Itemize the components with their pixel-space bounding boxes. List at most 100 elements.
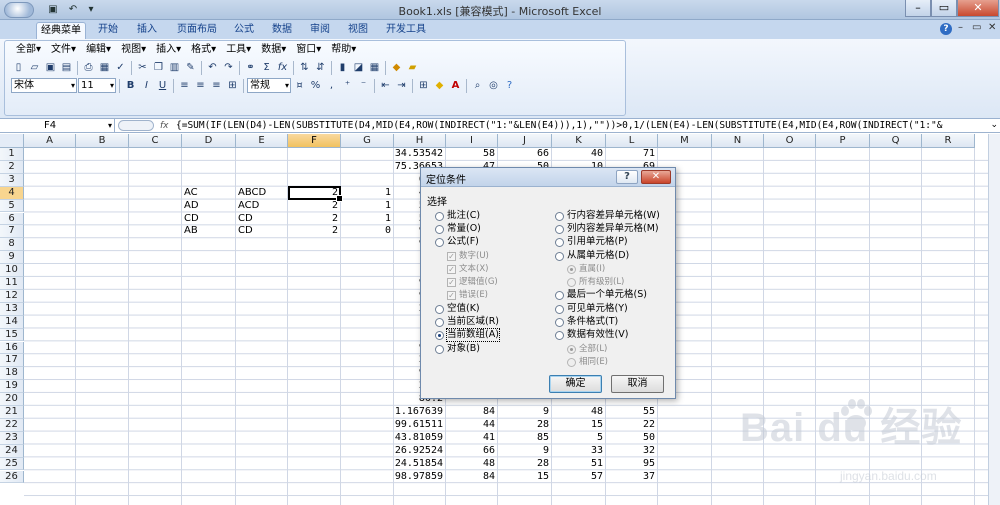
row-header-13[interactable]: 13 [0,302,24,316]
tab-developer[interactable]: 开发工具 [382,22,430,39]
option-l-2[interactable]: 公式(F) [435,236,479,248]
cell-L23[interactable]: 50 [606,432,658,445]
tab-data[interactable]: 数据 [266,22,298,39]
menu-file[interactable]: 文件▾ [46,43,81,57]
fill-color-icon[interactable]: ◆ [432,78,447,93]
menu-edit[interactable]: 编辑▾ [81,43,116,57]
option-l-8[interactable]: 当前区域(R) [435,316,499,328]
row-header-14[interactable]: 14 [0,315,24,329]
spelling-icon[interactable]: ✓ [113,60,128,75]
cell-I26[interactable]: 84 [446,471,498,484]
menu-window[interactable]: 窗口▾ [291,43,326,57]
row-header-2[interactable]: 2 [0,160,24,174]
cell-K1[interactable]: 40 [552,148,606,161]
cell-I24[interactable]: 66 [446,445,498,458]
column-header-E[interactable]: E [236,134,288,148]
tab-home[interactable]: 开始 [92,22,124,39]
cell-G5[interactable]: 1 [341,200,394,213]
row-header-22[interactable]: 22 [0,418,24,432]
column-header-R[interactable]: R [922,134,975,148]
tab-insert[interactable]: 插入 [131,22,163,39]
radio-icon[interactable] [555,317,564,327]
cell-I23[interactable]: 41 [446,432,498,445]
row-header-25[interactable]: 25 [0,457,24,471]
expand-formula-bar-icon[interactable]: ⌄ [990,120,998,130]
cell-E4[interactable]: ABCD [236,187,288,200]
radio-icon[interactable] [435,330,444,340]
cell-K22[interactable]: 15 [552,419,606,432]
row-header-20[interactable]: 20 [0,393,24,406]
print-preview-icon[interactable]: ▦ [97,60,112,75]
zoom-icon[interactable]: ▦ [367,60,382,75]
row-header-7[interactable]: 7 [0,225,24,239]
permission-icon[interactable]: ▤ [59,60,74,75]
row-header-1[interactable]: 1 [0,148,24,161]
cell-H21[interactable]: 1.167639 [394,406,446,419]
currency-icon[interactable]: ¤ [292,78,307,93]
cell-K24[interactable]: 33 [552,445,606,458]
cell-D6[interactable]: CD [182,213,236,226]
radio-icon[interactable] [435,344,444,354]
column-header-O[interactable]: O [764,134,816,148]
radio-icon[interactable] [555,330,564,340]
row-header-26[interactable]: 26 [0,470,24,484]
menu-view[interactable]: 视图▾ [116,43,151,57]
bold-button[interactable]: B [123,78,138,93]
cell-I22[interactable]: 44 [446,419,498,432]
column-header-D[interactable]: D [182,134,236,148]
option-r-3[interactable]: 从属单元格(D) [555,250,629,262]
row-header-5[interactable]: 5 [0,199,24,213]
cell-J24[interactable]: 9 [498,445,552,458]
cell-F5[interactable]: 2 [288,200,341,213]
menu-tools[interactable]: 工具▾ [221,43,256,57]
maximize-button[interactable]: ▭ [931,0,957,17]
open-icon[interactable]: ▱ [27,60,42,75]
cell-I21[interactable]: 84 [446,406,498,419]
option-l-9[interactable]: 当前数组(A) [435,328,500,342]
format-painter-icon[interactable]: ✎ [183,60,198,75]
radio-icon[interactable] [435,224,444,234]
column-header-L[interactable]: L [606,134,658,148]
option-r-6[interactable]: 最后一个单元格(S) [555,289,647,301]
cell-H1[interactable]: 34.53542 [394,148,446,161]
option-l-1[interactable]: 常量(O) [435,223,481,235]
cut-icon[interactable]: ✂ [135,60,150,75]
cell-E7[interactable]: CD [236,225,288,238]
option-r-0[interactable]: 行内容差异单元格(W) [555,210,660,222]
sort-descending-icon[interactable]: ⇵ [313,60,328,75]
cell-I25[interactable]: 48 [446,458,498,471]
row-header-15[interactable]: 15 [0,328,24,342]
increase-decimal-icon[interactable]: ⁺ [340,78,355,93]
cell-H23[interactable]: 43.81059 [394,432,446,445]
cell-L21[interactable]: 55 [606,406,658,419]
chart-wizard-icon[interactable]: ▮ [335,60,350,75]
insert-function-button[interactable]: fx [160,119,169,133]
name-box[interactable]: F4 ▾ [0,119,115,133]
option-l-10[interactable]: 对象(B) [435,343,480,355]
column-header-H[interactable]: H [394,134,446,148]
print-icon[interactable]: ⎙ [81,60,96,75]
copy-icon[interactable]: ❐ [151,60,166,75]
ribbon-minimize-icon[interactable]: – [958,22,963,33]
menu-format[interactable]: 格式▾ [186,43,221,57]
insert-function-icon[interactable]: fx [275,60,290,75]
cell-E6[interactable]: CD [236,213,288,226]
cell-K23[interactable]: 5 [552,432,606,445]
radio-icon[interactable] [435,304,444,314]
row-header-8[interactable]: 8 [0,238,24,252]
cell-K25[interactable]: 51 [552,458,606,471]
borders-icon[interactable]: ⊞ [416,78,431,93]
cell-H24[interactable]: 26.92524 [394,445,446,458]
hyperlink-icon[interactable]: ⚭ [243,60,258,75]
row-header-23[interactable]: 23 [0,431,24,445]
options-icon[interactable]: ◆ [389,60,404,75]
drawing-icon[interactable]: ◪ [351,60,366,75]
radio-icon[interactable] [435,211,444,221]
percent-button[interactable]: % [308,78,323,93]
cell-G4[interactable]: 1 [341,187,394,200]
radio-icon[interactable] [555,304,564,314]
column-header-M[interactable]: M [658,134,712,148]
merge-center-icon[interactable]: ⊞ [225,78,240,93]
redo-icon[interactable]: ↷ [221,60,236,75]
option-r-7[interactable]: 可见单元格(Y) [555,303,628,315]
